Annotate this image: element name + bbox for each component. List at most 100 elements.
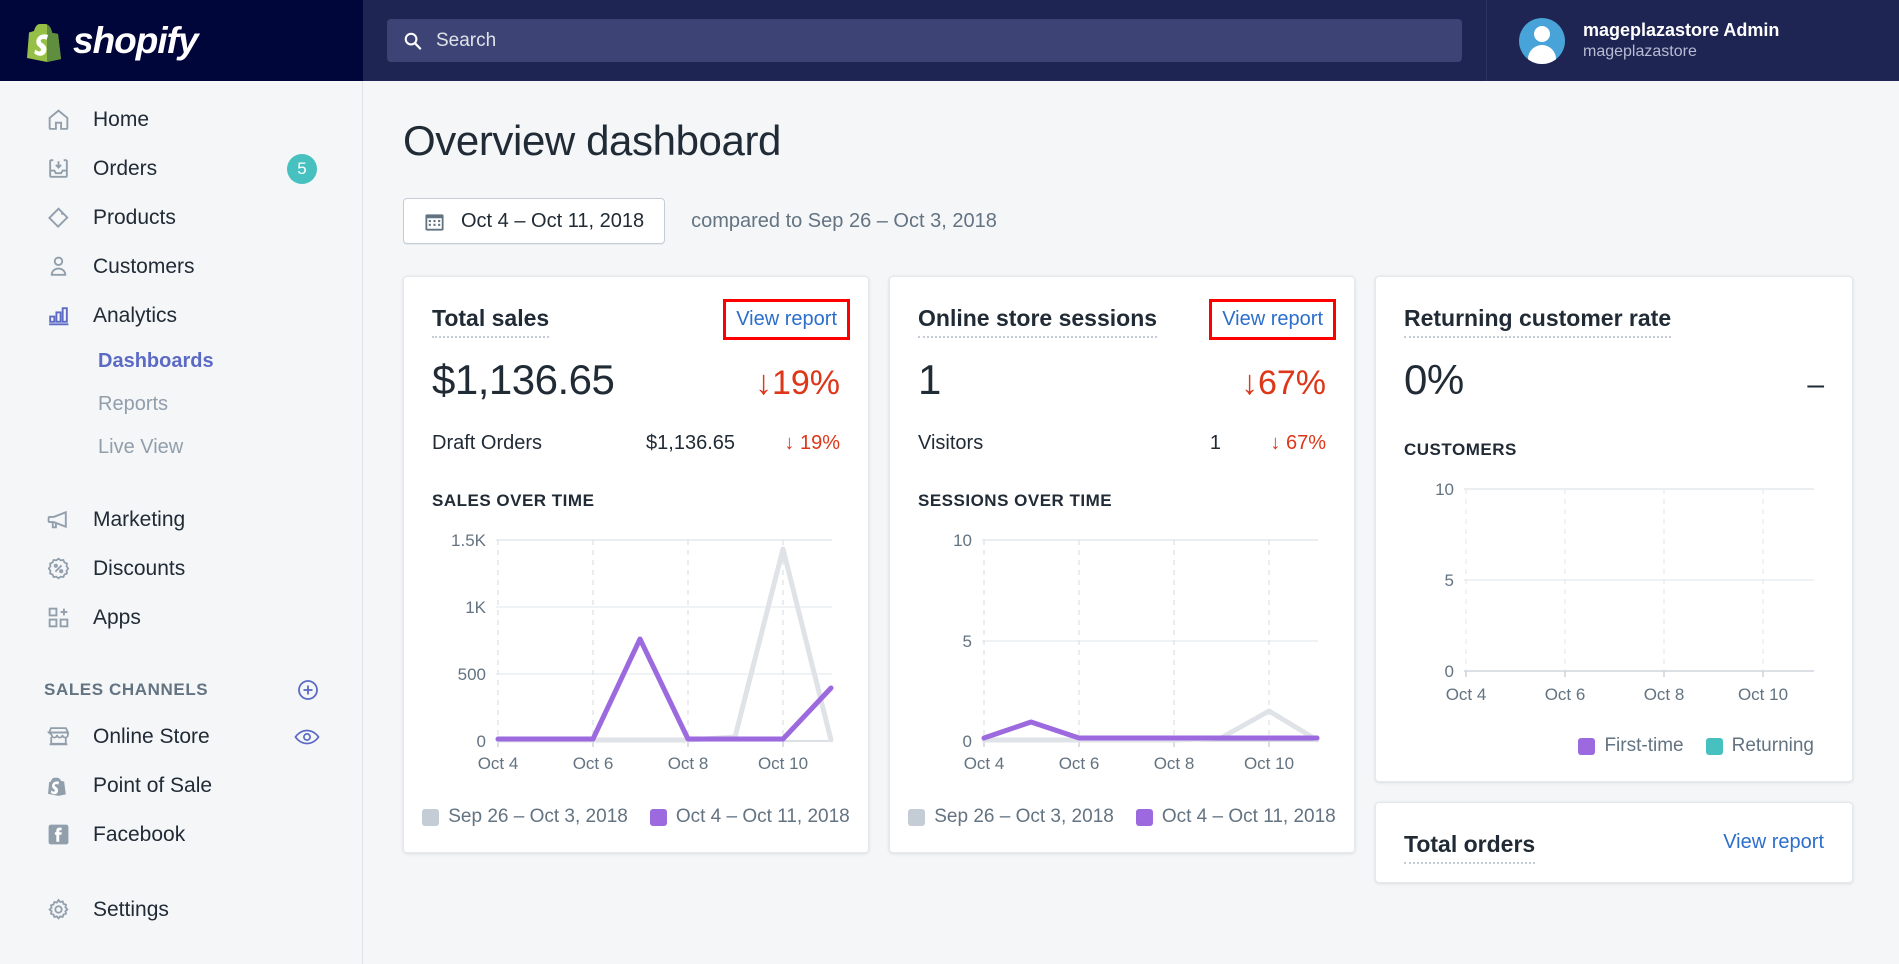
svg-text:Oct 4: Oct 4	[1446, 685, 1487, 704]
metric-value: $1,136.65	[432, 356, 614, 404]
breakdown-value: $1,136.65	[605, 432, 735, 455]
legend-label: First-time	[1604, 735, 1683, 757]
search-input[interactable]: Search	[387, 19, 1462, 62]
sidebar-item-label: Products	[93, 206, 176, 230]
sidebar-item-live-view[interactable]: Live View	[0, 426, 362, 469]
sidebar-item-label: Customers	[93, 255, 195, 279]
user-text: mageplazastore Admin mageplazastore	[1583, 19, 1779, 62]
view-report-link[interactable]: View report	[723, 299, 850, 340]
view-report-link[interactable]: View report	[1723, 831, 1824, 854]
plus-circle-icon[interactable]	[296, 678, 320, 702]
breakdown-delta: ↓ 67%	[1221, 432, 1326, 455]
sessions-over-time-chart[interactable]: 10 5 0	[918, 529, 1326, 784]
svg-text:5: 5	[1445, 571, 1454, 590]
sidebar-item-settings[interactable]: Settings	[0, 885, 362, 934]
sidebar-item-apps[interactable]: Apps	[0, 593, 362, 642]
sidebar-item-orders[interactable]: Orders 5	[0, 144, 362, 193]
legend-swatch-first-time	[1578, 738, 1595, 755]
sidebar-item-label: Analytics	[93, 304, 177, 328]
legend-item[interactable]: Returning	[1706, 735, 1814, 757]
sidebar-item-reports[interactable]: Reports	[0, 383, 362, 426]
card-title: Returning customer rate	[1404, 305, 1671, 338]
breakdown-delta: ↓ 19%	[735, 432, 840, 455]
metric-row: 1 ↓67%	[918, 356, 1326, 404]
svg-text:1.5K: 1.5K	[451, 531, 487, 550]
card-header: Total orders View report	[1404, 831, 1824, 864]
breakdown-row: Visitors 1 ↓ 67%	[918, 432, 1326, 455]
legend-item[interactable]: Sep 26 – Oct 3, 2018	[908, 806, 1114, 828]
card-header: Online store sessions View report	[918, 305, 1326, 338]
metric-delta: ↓67%	[1241, 364, 1326, 403]
legend-item[interactable]: Oct 4 – Oct 11, 2018	[650, 806, 850, 828]
date-range-label: Oct 4 – Oct 11, 2018	[461, 210, 644, 233]
bar-chart-icon	[44, 302, 72, 330]
chart-title: SALES OVER TIME	[432, 491, 840, 511]
search-icon	[403, 31, 422, 50]
svg-text:Oct 8: Oct 8	[1644, 685, 1685, 704]
svg-text:Oct 4: Oct 4	[964, 754, 1005, 773]
sidebar-item-analytics[interactable]: Analytics	[0, 291, 362, 340]
user-menu[interactable]: mageplazastore Admin mageplazastore	[1486, 0, 1899, 81]
nav-spacer	[0, 469, 362, 495]
home-icon	[44, 106, 72, 134]
card-title: Total sales	[432, 305, 549, 338]
legend-swatch-previous	[908, 809, 925, 826]
sidebar-item-marketing[interactable]: Marketing	[0, 495, 362, 544]
sidebar-item-label: Orders	[93, 157, 157, 181]
sales-over-time-chart[interactable]: 1.5K 1K 500 0	[432, 529, 840, 784]
discount-percent-icon	[44, 555, 72, 583]
sidebar-item-facebook[interactable]: Facebook	[0, 810, 362, 859]
date-filter-row: Oct 4 – Oct 11, 2018 compared to Sep 26 …	[403, 198, 1859, 244]
legend-swatch-previous	[422, 809, 439, 826]
date-range-picker[interactable]: Oct 4 – Oct 11, 2018	[403, 198, 665, 244]
sidebar-item-label: Point of Sale	[93, 774, 212, 798]
card-header: Returning customer rate	[1404, 305, 1824, 338]
sidebar-item-label: Settings	[93, 898, 169, 922]
sidebar-nav: Home Orders 5	[0, 81, 363, 964]
legend-swatch-current	[1136, 809, 1153, 826]
user-name: mageplazastore Admin	[1583, 19, 1779, 42]
legend-label: Sep 26 – Oct 3, 2018	[448, 806, 628, 828]
eye-icon[interactable]	[294, 728, 320, 746]
tag-icon	[44, 204, 72, 232]
search-zone: Search	[363, 0, 1486, 81]
breakdown-name: Visitors	[918, 432, 1091, 455]
shopify-logo[interactable]: shopify	[0, 0, 363, 81]
legend-swatch-returning	[1706, 738, 1723, 755]
view-report-link[interactable]: View report	[1209, 299, 1336, 340]
sidebar-item-products[interactable]: Products	[0, 193, 362, 242]
sidebar-item-label: Discounts	[93, 557, 185, 581]
chart-legend: Sep 26 – Oct 3, 2018 Oct 4 – Oct 11, 201…	[432, 806, 840, 828]
orders-inbox-icon	[44, 155, 72, 183]
compared-to-label: compared to Sep 26 – Oct 3, 2018	[691, 210, 997, 233]
dashboard-cards: Total sales View report $1,136.65 ↓19% D…	[403, 276, 1859, 883]
card-returning-customer-rate: Returning customer rate 0% – CUSTOMERS 1…	[1375, 276, 1853, 782]
sidebar-item-online-store[interactable]: Online Store	[0, 712, 362, 761]
card-online-store-sessions: Online store sessions View report 1 ↓67%…	[889, 276, 1355, 853]
sidebar-item-discounts[interactable]: Discounts	[0, 544, 362, 593]
facebook-icon	[44, 821, 72, 849]
legend-item[interactable]: Oct 4 – Oct 11, 2018	[1136, 806, 1336, 828]
sidebar-item-dashboards[interactable]: Dashboards	[0, 340, 362, 383]
sidebar-subitem-label: Reports	[98, 393, 168, 416]
metric-row: $1,136.65 ↓19%	[432, 356, 840, 404]
svg-text:Oct 8: Oct 8	[668, 754, 709, 773]
legend-item[interactable]: Sep 26 – Oct 3, 2018	[422, 806, 628, 828]
sidebar-item-home[interactable]: Home	[0, 95, 362, 144]
svg-text:Oct 4: Oct 4	[478, 754, 519, 773]
apps-grid-plus-icon	[44, 604, 72, 632]
svg-text:Oct 10: Oct 10	[1244, 754, 1294, 773]
user-avatar-icon	[1519, 18, 1565, 64]
legend-item[interactable]: First-time	[1578, 735, 1683, 757]
customers-chart[interactable]: 10 5 0	[1404, 478, 1824, 713]
sidebar-subitem-label: Live View	[98, 436, 183, 459]
svg-text:1K: 1K	[465, 598, 486, 617]
sidebar-item-point-of-sale[interactable]: Point of Sale	[0, 761, 362, 810]
storefront-icon	[44, 723, 72, 751]
metric-value: 0%	[1404, 356, 1464, 404]
sidebar-item-customers[interactable]: Customers	[0, 242, 362, 291]
chart-legend: Sep 26 – Oct 3, 2018 Oct 4 – Oct 11, 201…	[918, 806, 1326, 828]
svg-text:Oct 8: Oct 8	[1154, 754, 1195, 773]
svg-text:0: 0	[1445, 662, 1454, 681]
chart-legend: First-time Returning	[1404, 735, 1824, 757]
